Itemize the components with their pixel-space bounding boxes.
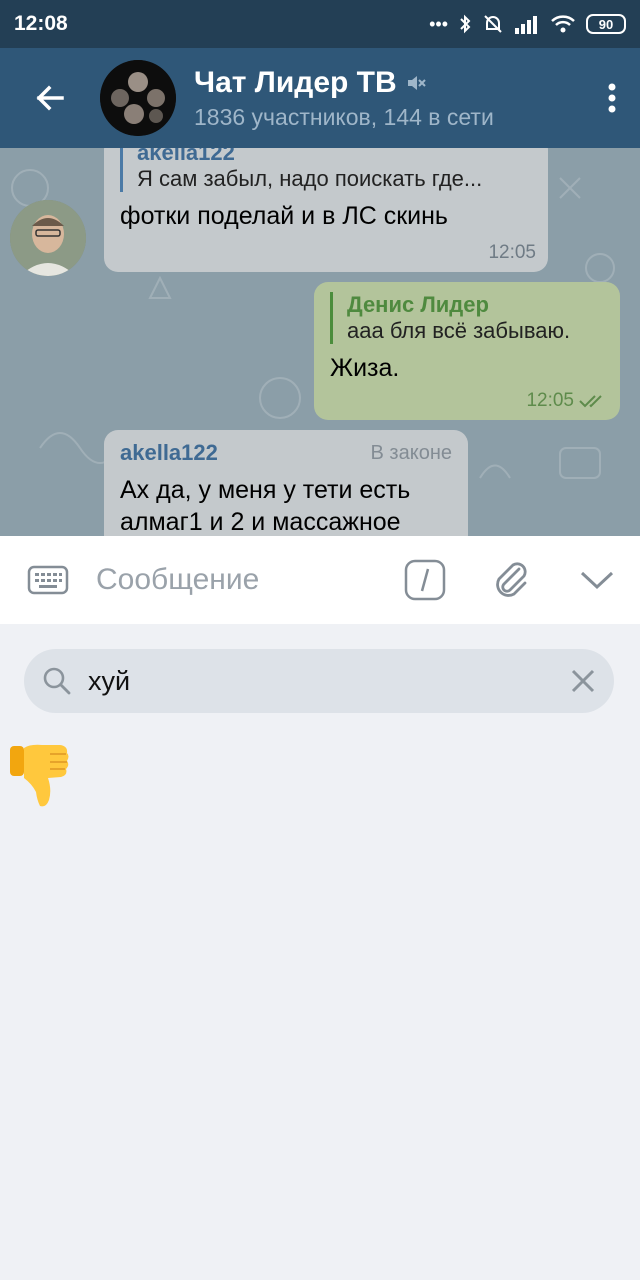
message-time-block: 12:05 <box>526 390 608 412</box>
sender-avatar[interactable] <box>10 200 86 276</box>
reply-sender: Денис Лидер <box>347 292 489 317</box>
attach-button[interactable] <box>468 536 554 624</box>
status-time: 12:08 <box>14 12 68 35</box>
emoji-search-field[interactable]: хуй <box>24 649 614 713</box>
emoji-search-input[interactable]: хуй <box>88 666 570 697</box>
message-list[interactable]: akella122 Я сам забыл, надо поискать где… <box>0 148 640 536</box>
message-bubble-incoming[interactable]: akella122 В законе Ах да, у меня у тети … <box>104 430 468 536</box>
message-text: фотки поделай и в ЛС скинь <box>120 202 448 230</box>
message-bubble-outgoing[interactable]: Денис Лидер ааа бля всё забываю. Жиза. 1… <box>314 282 620 420</box>
double-check-icon <box>579 395 602 408</box>
vertical-dots-icon <box>608 83 616 113</box>
reply-text: Я сам забыл, надо поискать где... <box>137 166 483 191</box>
more-menu-button[interactable] <box>584 48 640 148</box>
collapse-panel-button[interactable] <box>554 536 640 624</box>
message-bubble-incoming[interactable]: akella122 Я сам забыл, надо поискать где… <box>104 148 548 272</box>
message-time: 12:05 <box>526 390 574 411</box>
status-bar: 12:08 ••• 90 <box>0 0 640 48</box>
sender-name[interactable]: akella122 <box>120 440 218 466</box>
clear-search-icon[interactable] <box>570 668 596 694</box>
battery-icon: 90 <box>586 14 626 34</box>
reply-quote[interactable]: akella122 Я сам забыл, надо поискать где… <box>120 148 532 192</box>
search-icon <box>43 667 71 695</box>
user-photo-icon <box>10 200 86 276</box>
message-text: Ах да, у меня у тети есть алмаг1 и 2 и м… <box>120 476 411 536</box>
sender-badge: В законе <box>370 441 452 464</box>
input-actions <box>382 536 640 624</box>
signal-icon <box>515 16 537 34</box>
reply-text: ааа бля всё забываю. <box>347 318 571 343</box>
mute-bell-icon <box>484 15 502 33</box>
keyboard-icon <box>27 565 69 595</box>
emoji-panel: хуй <box>0 624 640 1280</box>
keyboard-toggle-button[interactable] <box>0 536 96 624</box>
message-time: 12:05 <box>488 242 536 263</box>
back-arrow-icon <box>36 85 64 111</box>
back-button[interactable] <box>0 48 100 148</box>
message-input-bar: Сообщение <box>0 536 640 624</box>
chevron-down-icon <box>580 571 614 590</box>
bluetooth-icon <box>460 14 471 34</box>
status-icons: ••• 90 <box>429 13 626 35</box>
slash-command-icon <box>404 559 446 601</box>
thumbs-down-icon <box>10 744 69 807</box>
chat-header: Чат Лидер ТВ 1836 участников, 144 в сети <box>0 48 640 148</box>
chat-title-text: Чат Лидер ТВ <box>194 65 397 99</box>
chat-subtitle: 1836 участников, 144 в сети <box>194 103 494 130</box>
bot-commands-button[interactable] <box>382 536 468 624</box>
reply-quote[interactable]: Денис Лидер ааа бля всё забываю. <box>330 292 604 344</box>
reply-sender: akella122 <box>137 148 235 165</box>
chat-avatar[interactable] <box>100 60 176 136</box>
paperclip-icon <box>496 562 527 597</box>
group-photo-icon <box>100 60 176 136</box>
message-text: Жиза. <box>330 354 400 382</box>
chat-title-block[interactable]: Чат Лидер ТВ 1836 участников, 144 в сети <box>194 66 584 131</box>
more-dots-icon: ••• <box>429 13 448 34</box>
wifi-icon <box>551 15 575 33</box>
thumbs-down-emoji[interactable] <box>8 742 72 812</box>
muted-speaker-icon <box>407 75 426 90</box>
chat-title: Чат Лидер ТВ <box>194 66 584 100</box>
message-input[interactable]: Сообщение <box>96 563 382 597</box>
